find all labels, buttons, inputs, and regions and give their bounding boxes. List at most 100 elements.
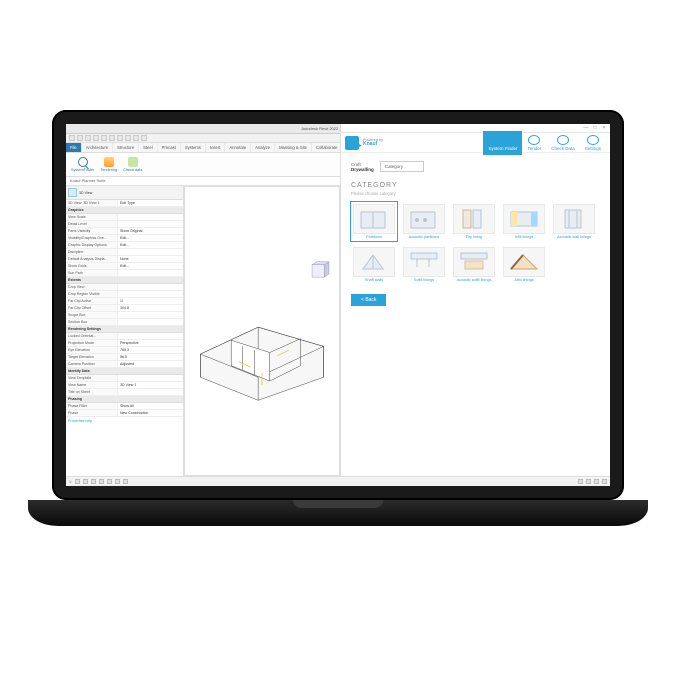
ribbon-tab-file[interactable]: File bbox=[66, 143, 82, 152]
property-value[interactable] bbox=[118, 319, 183, 325]
plugin-tab-system-finder[interactable]: System Finder bbox=[483, 131, 522, 155]
property-row[interactable]: Sun Path bbox=[66, 270, 183, 277]
ribbon-tab[interactable]: Architecture bbox=[82, 143, 113, 152]
status-icon[interactable] bbox=[578, 479, 583, 484]
ribbon-btn-tendering[interactable]: Tendering bbox=[100, 157, 117, 172]
property-row[interactable]: View Template bbox=[66, 375, 183, 382]
ribbon-tab[interactable]: Annotate bbox=[225, 143, 251, 152]
qat-icon[interactable] bbox=[101, 135, 107, 141]
property-row[interactable]: Far Clip Offset304.8 bbox=[66, 305, 183, 312]
property-value[interactable]: None bbox=[118, 256, 183, 262]
status-scale[interactable]: 1: bbox=[69, 480, 72, 484]
qat-icon[interactable] bbox=[141, 135, 147, 141]
property-row[interactable]: Crop View bbox=[66, 284, 183, 291]
category-tile-infill-linings[interactable]: Infill linings bbox=[501, 202, 547, 241]
property-row[interactable]: Title on Sheet bbox=[66, 389, 183, 396]
property-row[interactable]: View Scale bbox=[66, 214, 183, 221]
property-row[interactable]: Parts VisibilityShow Original bbox=[66, 228, 183, 235]
plugin-tab-check-data[interactable]: Check Data bbox=[546, 131, 580, 155]
category-tile-dry-lining[interactable]: Dry lining bbox=[451, 202, 497, 241]
qat-icon[interactable] bbox=[133, 135, 139, 141]
ribbon-tab[interactable]: Systems bbox=[181, 143, 206, 152]
category-dropdown[interactable]: Category bbox=[380, 161, 424, 172]
property-value[interactable]: ☑ bbox=[118, 298, 183, 304]
property-row[interactable]: Locked Orientat... bbox=[66, 333, 183, 340]
property-row[interactable]: Default Analysis Displa...None bbox=[66, 256, 183, 263]
qat-icon[interactable] bbox=[77, 135, 83, 141]
ribbon-tab[interactable]: Massing & Site bbox=[275, 143, 312, 152]
status-icon[interactable] bbox=[75, 479, 80, 484]
qat-icon[interactable] bbox=[125, 135, 131, 141]
property-row[interactable]: Section Box bbox=[66, 319, 183, 326]
category-tile-shaft-walls[interactable]: Shaft walls bbox=[351, 245, 397, 284]
status-icon[interactable] bbox=[594, 479, 599, 484]
plugin-tab-tender[interactable]: Tender bbox=[522, 131, 546, 155]
property-row[interactable]: Far Clip Active☑ bbox=[66, 298, 183, 305]
status-icon[interactable] bbox=[123, 479, 128, 484]
property-value[interactable]: Edit... bbox=[118, 242, 183, 248]
property-value[interactable] bbox=[118, 312, 183, 318]
category-tile-soffit-linings[interactable]: Soffit linings bbox=[401, 245, 447, 284]
category-tile-partitions[interactable]: Partitions bbox=[351, 202, 397, 241]
property-value[interactable]: New Construction bbox=[118, 410, 183, 416]
ribbon-tab[interactable]: Structure bbox=[113, 143, 139, 152]
property-value[interactable] bbox=[118, 333, 183, 339]
properties-help-link[interactable]: Properties help bbox=[66, 417, 183, 425]
property-row[interactable]: Phase FilterShow All bbox=[66, 403, 183, 410]
property-value[interactable] bbox=[118, 221, 183, 227]
property-row[interactable]: Eye Elevation780.3 bbox=[66, 347, 183, 354]
property-row[interactable]: Target Elevation56.5 bbox=[66, 354, 183, 361]
category-tile-acoustic-partitions[interactable]: Acoustic partitions bbox=[401, 202, 447, 241]
property-value[interactable] bbox=[118, 389, 183, 395]
ribbon-btn-systemfinder[interactable]: SystemFinder bbox=[71, 157, 94, 172]
property-value[interactable]: Edit... bbox=[118, 263, 183, 269]
property-row[interactable]: Show GridsEdit... bbox=[66, 263, 183, 270]
qat-icon[interactable] bbox=[117, 135, 123, 141]
property-value[interactable]: Edit... bbox=[118, 235, 183, 241]
view-selector[interactable]: 3D View: 3D View 1 bbox=[66, 200, 118, 206]
property-value[interactable] bbox=[118, 375, 183, 381]
ribbon-tab[interactable]: Analyze bbox=[251, 143, 275, 152]
property-value[interactable]: 304.8 bbox=[118, 305, 183, 311]
property-row[interactable]: Scope Box bbox=[66, 312, 183, 319]
status-icon[interactable] bbox=[99, 479, 104, 484]
ribbon-tab[interactable]: Insert bbox=[206, 143, 225, 152]
ribbon-btn-checkdata[interactable]: Check data bbox=[123, 157, 142, 172]
property-value[interactable]: Perspective bbox=[118, 340, 183, 346]
property-row[interactable]: Crop Region Visible bbox=[66, 291, 183, 298]
qat-icon[interactable] bbox=[85, 135, 91, 141]
category-tile-acoustic-wall-linings[interactable]: Acoustic wall linings bbox=[551, 202, 597, 241]
status-icon[interactable] bbox=[83, 479, 88, 484]
property-value[interactable]: Show All bbox=[118, 403, 183, 409]
property-row[interactable]: PhaseNew Construction bbox=[66, 410, 183, 417]
property-value[interactable] bbox=[118, 214, 183, 220]
status-icon[interactable] bbox=[107, 479, 112, 484]
property-row[interactable]: Projection ModePerspective bbox=[66, 340, 183, 347]
property-value[interactable]: Show Original bbox=[118, 228, 183, 234]
property-value[interactable] bbox=[118, 270, 183, 276]
back-button[interactable]: < Back bbox=[351, 294, 386, 306]
status-icon[interactable] bbox=[115, 479, 120, 484]
property-value[interactable] bbox=[118, 284, 183, 290]
viewport-3d[interactable] bbox=[184, 186, 340, 476]
property-row[interactable]: Visibility/Graphics Ove...Edit... bbox=[66, 235, 183, 242]
property-value[interactable] bbox=[118, 291, 183, 297]
property-row[interactable]: Detail Level bbox=[66, 221, 183, 228]
qat-icon[interactable] bbox=[93, 135, 99, 141]
category-tile-attic-linings[interactable]: Attic linings bbox=[501, 245, 547, 284]
ribbon-tab[interactable]: Collaborate bbox=[312, 143, 342, 152]
ribbon-tab[interactable]: Precast bbox=[158, 143, 181, 152]
property-value[interactable]: 3D View 1 bbox=[118, 382, 183, 388]
property-value[interactable]: 780.3 bbox=[118, 347, 183, 353]
property-value[interactable] bbox=[118, 249, 183, 255]
property-value[interactable]: 56.5 bbox=[118, 354, 183, 360]
status-icon[interactable] bbox=[602, 479, 607, 484]
status-icon[interactable] bbox=[91, 479, 96, 484]
status-icon[interactable] bbox=[586, 479, 591, 484]
qat-icon[interactable] bbox=[109, 135, 115, 141]
property-row[interactable]: Camera PositionAdjusted bbox=[66, 361, 183, 368]
category-tile-acoustic-soffit-linings[interactable]: acoustic soffit linings bbox=[451, 245, 497, 284]
qat-icon[interactable] bbox=[69, 135, 75, 141]
edit-type-button[interactable]: Edit Type bbox=[118, 200, 183, 206]
plugin-tab-settings[interactable]: Settings bbox=[580, 131, 606, 155]
